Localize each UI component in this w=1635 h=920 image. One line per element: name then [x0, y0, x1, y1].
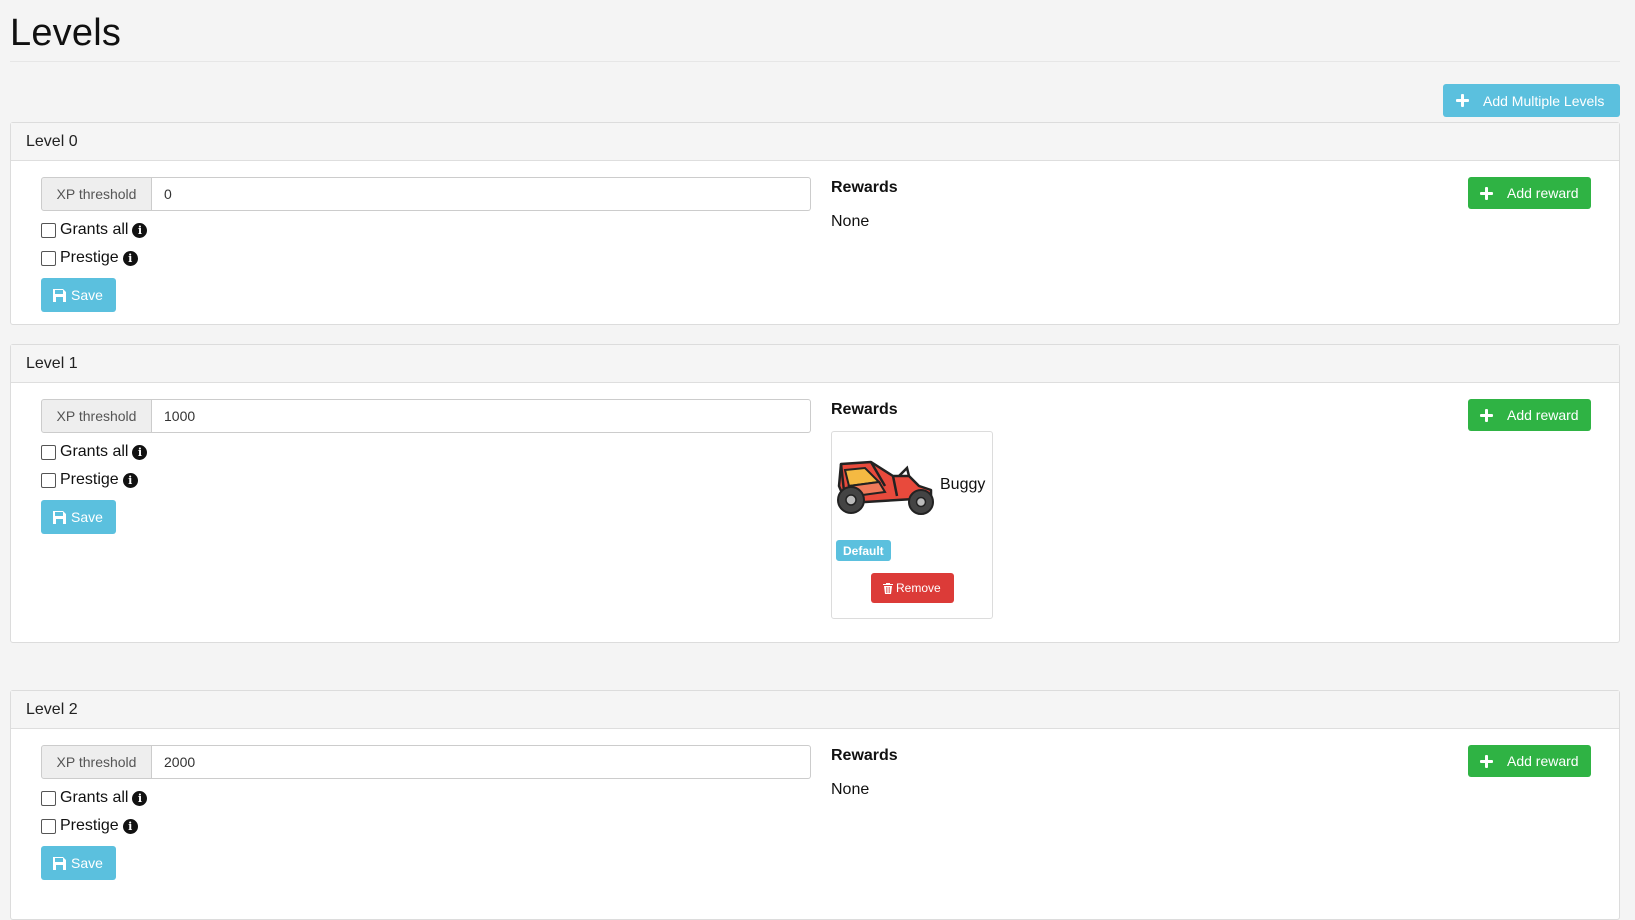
- page-title: Levels: [10, 12, 122, 54]
- xp-threshold-label: XP threshold: [41, 177, 152, 211]
- rewards-heading: Rewards: [831, 747, 898, 764]
- grants-all-checkbox-row[interactable]: Grants all i: [41, 789, 148, 807]
- level-panel-2: Level 2 XP threshold Grants all i Presti…: [10, 690, 1620, 920]
- add-reward-label: Add reward: [1507, 407, 1579, 423]
- xp-threshold-input[interactable]: [152, 745, 811, 779]
- plus-icon: [1480, 186, 1493, 200]
- trash-icon: [883, 582, 893, 594]
- reward-card: Buggy Default Remove: [831, 431, 993, 619]
- floppy-disk-icon: [53, 288, 66, 302]
- remove-reward-button[interactable]: Remove: [871, 573, 954, 603]
- prestige-checkbox[interactable]: [41, 472, 56, 488]
- remove-label: Remove: [896, 581, 941, 595]
- xp-threshold-label: XP threshold: [41, 399, 152, 433]
- prestige-checkbox-row[interactable]: Prestige i: [41, 817, 138, 835]
- rewards-empty-text: None: [831, 213, 870, 230]
- level-panel-1: Level 1 XP threshold Grants all i Presti…: [10, 344, 1620, 643]
- add-reward-button[interactable]: Add reward: [1468, 745, 1591, 777]
- xp-threshold-group: XP threshold: [41, 745, 811, 779]
- info-icon[interactable]: i: [132, 790, 148, 806]
- plus-icon: [1480, 754, 1493, 768]
- grants-all-label: Grants all: [60, 221, 129, 238]
- add-multiple-levels-button[interactable]: Add Multiple Levels: [1443, 84, 1620, 117]
- level-heading: Level 1: [11, 345, 1619, 383]
- rewards-heading: Rewards: [831, 179, 898, 196]
- prestige-checkbox[interactable]: [41, 250, 56, 266]
- xp-threshold-group: XP threshold: [41, 399, 811, 433]
- title-divider: [10, 61, 1620, 62]
- save-button[interactable]: Save: [41, 846, 116, 880]
- rewards-empty-text: None: [831, 781, 870, 798]
- reward-name: Buggy: [940, 476, 986, 493]
- info-icon[interactable]: i: [122, 472, 138, 488]
- save-button[interactable]: Save: [41, 500, 116, 534]
- xp-threshold-group: XP threshold: [41, 177, 811, 211]
- plus-icon: [1480, 408, 1493, 422]
- default-badge: Default: [836, 540, 891, 561]
- grants-all-checkbox[interactable]: [41, 444, 56, 460]
- add-reward-button[interactable]: Add reward: [1468, 399, 1591, 431]
- prestige-checkbox-row[interactable]: Prestige i: [41, 471, 138, 489]
- add-reward-button[interactable]: Add reward: [1468, 177, 1591, 209]
- level-heading: Level 2: [11, 691, 1619, 729]
- prestige-label: Prestige: [60, 471, 119, 488]
- floppy-disk-icon: [53, 510, 66, 524]
- info-icon[interactable]: i: [122, 250, 138, 266]
- plus-icon: [1456, 94, 1469, 107]
- add-multiple-levels-label: Add Multiple Levels: [1483, 92, 1605, 109]
- info-icon[interactable]: i: [132, 222, 148, 238]
- add-reward-label: Add reward: [1507, 753, 1579, 769]
- prestige-label: Prestige: [60, 817, 119, 834]
- save-button[interactable]: Save: [41, 278, 116, 312]
- grants-all-checkbox-row[interactable]: Grants all i: [41, 221, 148, 239]
- save-label: Save: [71, 855, 103, 871]
- xp-threshold-label: XP threshold: [41, 745, 152, 779]
- grants-all-checkbox-row[interactable]: Grants all i: [41, 443, 148, 461]
- info-icon[interactable]: i: [122, 818, 138, 834]
- floppy-disk-icon: [53, 856, 66, 870]
- grants-all-checkbox[interactable]: [41, 222, 56, 238]
- xp-threshold-input[interactable]: [152, 177, 811, 211]
- rewards-heading: Rewards: [831, 401, 898, 418]
- grants-all-label: Grants all: [60, 443, 129, 460]
- grants-all-checkbox[interactable]: [41, 790, 56, 806]
- level-panel-0: Level 0 XP threshold Grants all i Presti…: [10, 122, 1620, 325]
- save-label: Save: [71, 509, 103, 525]
- buggy-icon: [837, 460, 934, 515]
- prestige-checkbox[interactable]: [41, 818, 56, 834]
- xp-threshold-input[interactable]: [152, 399, 811, 433]
- save-label: Save: [71, 287, 103, 303]
- level-heading: Level 0: [11, 123, 1619, 161]
- prestige-checkbox-row[interactable]: Prestige i: [41, 249, 138, 267]
- grants-all-label: Grants all: [60, 789, 129, 806]
- add-reward-label: Add reward: [1507, 185, 1579, 201]
- prestige-label: Prestige: [60, 249, 119, 266]
- info-icon[interactable]: i: [132, 444, 148, 460]
